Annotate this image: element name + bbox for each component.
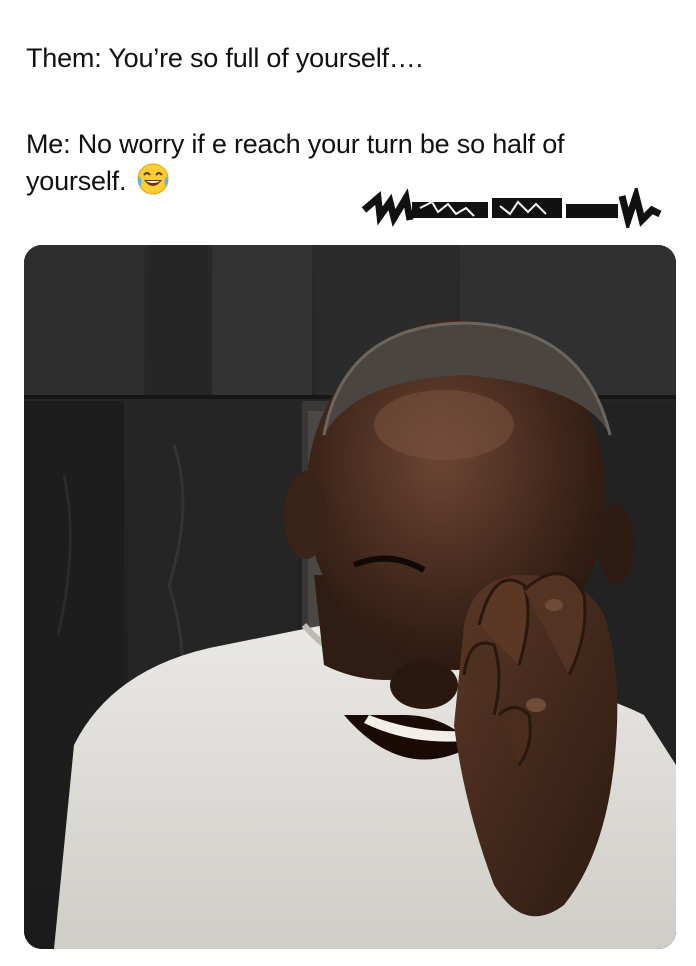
caption-them-text: Them: You’re so full of yourself…. [26,43,423,73]
face-with-tears-of-joy-icon [136,162,170,196]
laughing-man-photo [24,245,676,949]
scribbled-watermark-icon [360,183,665,233]
caption-them-line: Them: You’re so full of yourself…. [26,40,670,76]
caption-me-text: Me: No worry if e reach your turn be so … [26,129,565,196]
